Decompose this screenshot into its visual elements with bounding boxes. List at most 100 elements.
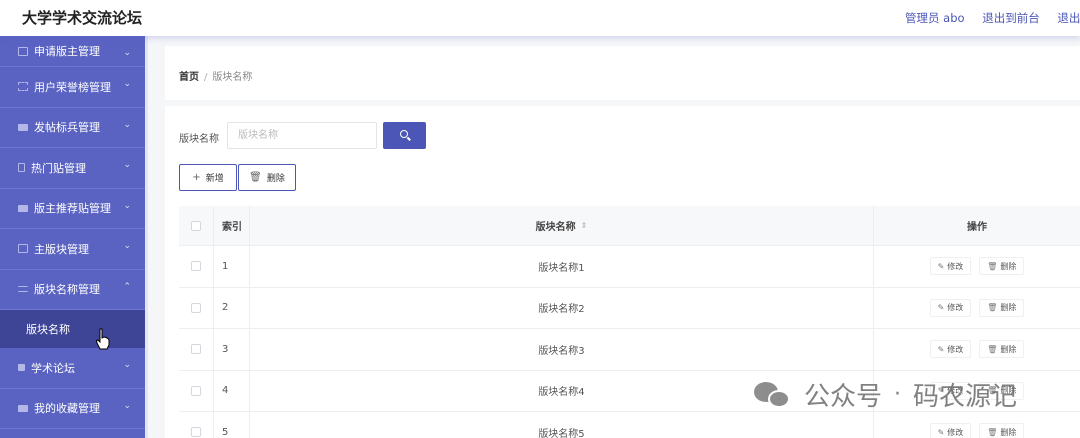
top-header: 大学学术交流论坛 管理员 abo 退出到前台 退出登录 bbox=[0, 0, 1080, 36]
sidebar-scrollbar[interactable] bbox=[145, 36, 148, 438]
logout-link[interactable]: 退出登录 bbox=[1057, 11, 1080, 25]
table-row: 3 版块名称3 ✎ 修改 🗑 删除 bbox=[179, 329, 1080, 371]
chevron-down-icon: ⌄ bbox=[123, 241, 131, 251]
row-index: 1 bbox=[214, 246, 250, 287]
watermark-left-text: 公众号 bbox=[804, 382, 883, 412]
sidebar-item-label: 版块名称管理 bbox=[34, 283, 100, 297]
watermark-dot: · bbox=[894, 382, 902, 407]
sidebar-item-label: 主版块管理 bbox=[34, 242, 89, 256]
back-to-front-link[interactable]: 退出到前台 bbox=[982, 11, 1040, 25]
chevron-down-icon: ⌄ bbox=[123, 200, 131, 211]
sidebar-item-moderator-apply[interactable]: 申请版主管理 ⌄ bbox=[0, 36, 145, 67]
sidebar: 申请版主管理 ⌄ 用户荣誉榜管理 ⌄ 发帖标兵管理 ⌄ 热门贴管理 ⌄ 版主推荐… bbox=[0, 36, 145, 438]
mail-icon bbox=[18, 46, 28, 56]
breadcrumb-home[interactable]: 首页 bbox=[179, 72, 199, 83]
row-delete-button[interactable]: 🗑 删除 bbox=[979, 298, 1025, 317]
edit-button[interactable]: ✎ 修改 bbox=[929, 298, 972, 317]
watermark: 公众号 · 码农源记 bbox=[754, 376, 1017, 413]
sort-icon[interactable]: ⇕ bbox=[581, 221, 588, 230]
site-title: 大学学术交流论坛 bbox=[22, 9, 143, 27]
select-all-checkbox[interactable] bbox=[191, 220, 201, 231]
admin-user-link[interactable]: 管理员 abo bbox=[905, 11, 965, 25]
frame-icon bbox=[18, 82, 28, 92]
edit-icon: ✎ bbox=[937, 344, 945, 354]
table-row: 2 版块名称2 ✎ 修改 🗑 删除 bbox=[179, 287, 1080, 329]
chevron-down-icon: ⌄ bbox=[123, 119, 131, 130]
breadcrumb: 首页 / 版块名称 bbox=[179, 68, 252, 83]
row-checkbox[interactable] bbox=[191, 344, 201, 355]
row-section-name: 版块名称3 bbox=[250, 329, 874, 370]
row-checkbox[interactable] bbox=[191, 261, 201, 272]
row-section-name: 版块名称5 bbox=[250, 412, 874, 438]
sidebar-item-label: 我的收藏管理 bbox=[34, 402, 100, 416]
row-section-name: 版块名称1 bbox=[250, 246, 874, 287]
edit-button[interactable]: ✎ 修改 bbox=[929, 257, 972, 276]
search-button[interactable] bbox=[383, 122, 426, 149]
chevron-down-icon: ⌄ bbox=[123, 360, 131, 370]
trash-icon: 🗑 bbox=[987, 261, 998, 271]
row-section-name: 版块名称2 bbox=[250, 287, 874, 328]
header-section-name[interactable]: 版块名称 ⇕ bbox=[250, 206, 874, 245]
header-index: 索引 bbox=[214, 206, 250, 245]
sidebar-item-label: 发帖标兵管理 bbox=[34, 121, 100, 135]
doc-icon bbox=[18, 123, 28, 131]
table-row: 1 版块名称1 ✎ 修改 🗑 删除 bbox=[179, 246, 1080, 288]
trash-icon: 🗑 bbox=[987, 303, 998, 313]
row-delete-button[interactable]: 🗑 删除 bbox=[979, 257, 1025, 276]
sidebar-item-recommended-posts[interactable]: 版主推荐贴管理 ⌄ bbox=[0, 189, 145, 229]
sidebar-item-academic-forum[interactable]: 学术论坛 ⌄ bbox=[0, 348, 145, 389]
row-checkbox[interactable] bbox=[191, 385, 201, 396]
monitor-icon bbox=[18, 204, 28, 212]
table-row: 5 版块名称5 ✎ 修改 🗑 删除 bbox=[179, 412, 1080, 438]
edit-button[interactable]: ✎ 修改 bbox=[929, 423, 972, 438]
header-links: 管理员 abo 退出到前台 退出登录 bbox=[905, 10, 1080, 26]
sidebar-item-label: 申请版主管理 bbox=[34, 45, 100, 58]
breadcrumb-current: 版块名称 bbox=[212, 72, 253, 83]
row-delete-button[interactable]: 🗑 删除 bbox=[979, 340, 1025, 359]
watermark-right-text: 码农源记 bbox=[913, 382, 1018, 412]
wechat-logo-icon bbox=[754, 379, 794, 411]
edit-icon: ✎ bbox=[937, 303, 945, 313]
trophy-icon bbox=[18, 364, 25, 372]
hand-cursor-icon bbox=[95, 328, 110, 350]
sidebar-item-label: 用户荣誉榜管理 bbox=[34, 80, 111, 94]
search-label: 版块名称 bbox=[179, 134, 219, 145]
search-input[interactable] bbox=[227, 122, 377, 149]
plus-icon: + bbox=[192, 172, 201, 183]
row-index: 3 bbox=[214, 329, 250, 370]
chevron-down-icon: ⌄ bbox=[123, 160, 131, 170]
delete-button[interactable]: 🗑 删除 bbox=[238, 164, 296, 191]
header-operations: 操作 bbox=[967, 222, 987, 233]
phone-icon bbox=[18, 163, 25, 173]
chevron-down-icon: ⌄ bbox=[123, 79, 131, 89]
edit-icon: ✎ bbox=[937, 261, 945, 271]
sidebar-item-label: 版主推荐贴管理 bbox=[34, 202, 111, 216]
row-index: 5 bbox=[214, 412, 250, 438]
breadcrumb-separator: / bbox=[204, 72, 208, 83]
row-index: 4 bbox=[214, 370, 250, 411]
sidebar-item-top-poster[interactable]: 发帖标兵管理 ⌄ bbox=[0, 108, 145, 148]
sidebar-item-label: 热门贴管理 bbox=[31, 161, 86, 175]
edit-icon: ✎ bbox=[937, 427, 945, 437]
row-index: 2 bbox=[214, 287, 250, 328]
mail-icon bbox=[18, 244, 28, 254]
breadcrumb-card: 首页 / 版块名称 bbox=[165, 46, 1080, 100]
trash-icon: 🗑 bbox=[249, 172, 262, 183]
edit-button[interactable]: ✎ 修改 bbox=[929, 340, 972, 359]
chevron-up-icon: ⌃ bbox=[123, 281, 131, 292]
table-header: 索引 版块名称 ⇕ 操作 bbox=[179, 206, 1080, 246]
row-checkbox[interactable] bbox=[191, 427, 201, 438]
sidebar-item-hot-posts[interactable]: 热门贴管理 ⌄ bbox=[0, 148, 145, 189]
chevron-down-icon: ⌄ bbox=[123, 400, 131, 411]
sidebar-item-label: 学术论坛 bbox=[31, 361, 75, 375]
sidebar-item-main-sections[interactable]: 主版块管理 ⌄ bbox=[0, 229, 145, 270]
sidebar-item-section-names[interactable]: 版块名称管理 ⌃ bbox=[0, 270, 145, 310]
sidebar-subitem-section-name[interactable]: 版块名称 bbox=[0, 310, 145, 348]
chat-icon bbox=[18, 404, 28, 412]
sidebar-item-my-favorites[interactable]: 我的收藏管理 ⌄ bbox=[0, 389, 145, 429]
row-delete-button[interactable]: 🗑 删除 bbox=[979, 423, 1025, 438]
sidebar-item-honor-board[interactable]: 用户荣誉榜管理 ⌄ bbox=[0, 67, 145, 108]
add-button[interactable]: + 新增 bbox=[179, 164, 237, 191]
row-checkbox[interactable] bbox=[191, 302, 201, 313]
trash-icon: 🗑 bbox=[987, 344, 998, 354]
